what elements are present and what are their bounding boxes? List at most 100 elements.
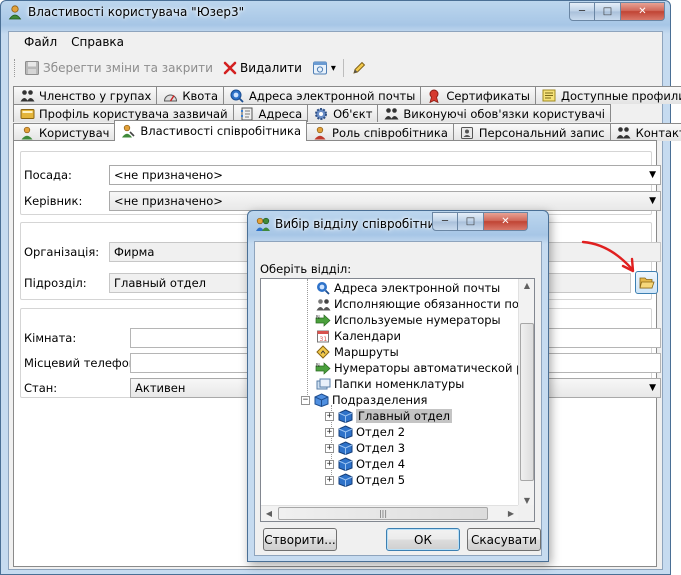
view-options-button[interactable]: ▾ xyxy=(309,58,339,78)
tree-item-acting[interactable]: Исполняющие обязанности польз xyxy=(315,296,535,312)
tab-contacts[interactable]: Контакти xyxy=(609,123,681,141)
tree-guide-line xyxy=(307,279,308,401)
manager-label: Керівник: xyxy=(24,194,83,208)
chevron-down-icon: ▼ xyxy=(649,170,656,180)
tree-vertical-scrollbar[interactable]: ▲ ▼ xyxy=(518,279,534,507)
menu-file[interactable]: Файл xyxy=(17,32,64,54)
picker-caption-buttons: ─ □ ✕ xyxy=(432,212,528,231)
menu-bar: Файл Справка xyxy=(9,32,662,54)
collapse-toggle-icon[interactable]: − xyxy=(301,395,310,405)
tab-email-address[interactable]: Адреса электронной почты xyxy=(223,86,422,104)
tree-item-nomenclature-folders[interactable]: Папки номенклатуры xyxy=(315,376,464,392)
tree-item-label: Подразделения xyxy=(332,393,428,407)
ok-button[interactable]: ОК xyxy=(386,528,460,551)
picker-maximize-button[interactable]: □ xyxy=(458,212,484,231)
tree-item-email[interactable]: Адреса электронной почты xyxy=(315,280,500,296)
tree-item-divisions[interactable]: − Подразделения xyxy=(301,392,427,408)
tree-item-department-5[interactable]: + Отдел 5 xyxy=(325,472,405,488)
cancel-button[interactable]: Скасувати xyxy=(467,528,541,551)
maximize-button[interactable]: □ xyxy=(595,2,621,21)
edit-pen-button[interactable] xyxy=(348,58,370,78)
tab-quota[interactable]: Квота xyxy=(156,86,225,104)
folders-icon xyxy=(315,377,331,392)
tab-address-label: Адреса xyxy=(258,106,303,121)
tree-item-label: Исполняющие обязанности польз xyxy=(334,297,535,311)
menu-help[interactable]: Справка xyxy=(64,32,131,54)
maximize-icon: □ xyxy=(602,6,613,17)
expand-toggle-icon[interactable]: + xyxy=(325,443,334,453)
tree-item-label: Маршруты xyxy=(334,345,399,359)
tree-item-auto-numerators[interactable]: N Нумераторы автоматической реги xyxy=(315,360,534,376)
gauge-icon xyxy=(162,88,178,103)
tree-horizontal-scroll-thumb[interactable]: ||| xyxy=(278,507,488,520)
tree-item-routes[interactable]: Маршруты xyxy=(315,344,399,360)
manager-combo[interactable]: <не призначено> ▼ xyxy=(109,191,661,211)
contacts-icon xyxy=(616,125,632,140)
tab-employee-properties-label: Властивості співробітника xyxy=(140,124,302,138)
division-value: Главный отдел xyxy=(114,276,207,290)
scroll-right-icon[interactable]: ▶ xyxy=(503,509,519,518)
scroll-down-icon[interactable]: ▼ xyxy=(519,496,534,505)
tree-horizontal-scrollbar[interactable]: ◀ ||| ▶ xyxy=(261,505,519,521)
tab-acting-users[interactable]: Виконуючі обов'язки користувачі xyxy=(377,104,611,122)
tab-default-profile-label: Профіль користувача зазвичай xyxy=(39,106,228,121)
department-tree[interactable]: Адреса электронной почты Исполняющие обя… xyxy=(260,278,535,522)
expand-toggle-icon[interactable]: + xyxy=(325,475,334,485)
delete-button[interactable]: Видалити xyxy=(220,59,305,77)
acting-users-icon xyxy=(315,297,331,312)
tree-item-department-4[interactable]: + Отдел 4 xyxy=(325,456,405,472)
scroll-grip-icon: ||| xyxy=(378,509,388,518)
scroll-left-icon[interactable]: ◀ xyxy=(261,509,277,518)
tab-group-membership-label: Членство у групах xyxy=(39,88,152,103)
profiles-note-icon xyxy=(541,88,557,103)
expand-toggle-icon[interactable]: + xyxy=(325,459,334,469)
tree-item-main-department[interactable]: + Главный отдел xyxy=(325,408,453,424)
tab-personal-record[interactable]: Персональний запис xyxy=(452,123,611,141)
tab-object[interactable]: Об'єкт xyxy=(307,104,379,122)
tab-employee-role[interactable]: Роль співробітника xyxy=(306,123,454,141)
numerator-arrow-icon: N xyxy=(315,313,331,328)
create-button[interactable]: Створити... xyxy=(263,528,337,551)
picker-close-button[interactable]: ✕ xyxy=(484,212,528,231)
cube-icon xyxy=(337,473,353,488)
tree-item-label: Папки номенклатуры xyxy=(334,377,465,391)
scroll-up-icon[interactable]: ▲ xyxy=(519,281,534,290)
expand-toggle-icon[interactable]: + xyxy=(325,427,334,437)
tab-contacts-label: Контакти xyxy=(635,125,681,140)
choose-department-label: Оберіть відділ: xyxy=(260,262,352,276)
tab-group-membership[interactable]: Членство у групах xyxy=(13,86,158,104)
pen-icon xyxy=(353,61,366,74)
save-close-button[interactable]: Зберегти зміни та закрити xyxy=(21,58,216,78)
tab-row-1: Членство у групах Квота Адреса электронн… xyxy=(13,86,681,104)
tree-item-department-2[interactable]: + Отдел 2 xyxy=(325,424,405,440)
tab-email-address-label: Адреса электронной почты xyxy=(249,88,416,103)
tab-available-profiles[interactable]: Доступные профили xyxy=(534,86,681,104)
tree-item-used-numerators[interactable]: N Используемые нумераторы xyxy=(315,312,501,328)
tab-employee-role-label: Роль співробітника xyxy=(332,125,448,140)
window-title: Властивості користувача "Юзер3" xyxy=(28,5,245,19)
delete-x-icon xyxy=(223,61,237,75)
picker-minimize-button[interactable]: ─ xyxy=(432,212,458,231)
chevron-down-icon: ▾ xyxy=(330,62,336,74)
state-label: Стан: xyxy=(24,381,58,395)
position-combo[interactable]: <не призначено> ▼ xyxy=(109,165,661,185)
cube-icon xyxy=(337,425,353,440)
tab-user[interactable]: Користувач xyxy=(13,123,116,141)
tab-certificates[interactable]: Сертификаты xyxy=(420,86,536,104)
organization-label: Організація: xyxy=(24,245,100,259)
tab-row-3: Користувач Властивості співробітника Рол… xyxy=(13,120,681,141)
svg-text:N: N xyxy=(316,315,320,321)
route-sign-icon xyxy=(315,345,331,360)
tree-item-department-3[interactable]: + Отдел 3 xyxy=(325,440,405,456)
picker-client: Оберіть відділ: Адреса электронной почты… xyxy=(254,241,542,556)
expand-toggle-icon[interactable]: + xyxy=(325,411,334,421)
tree-vertical-scroll-thumb[interactable] xyxy=(520,323,534,481)
tree-item-calendars[interactable]: 31 Календари xyxy=(315,328,401,344)
toolbar-grip[interactable] xyxy=(14,59,17,77)
minimize-button[interactable]: ─ xyxy=(569,2,595,21)
employee-properties-icon xyxy=(120,124,136,139)
close-button[interactable]: ✕ xyxy=(621,2,665,21)
tab-employee-properties[interactable]: Властивості співробітника xyxy=(114,120,308,141)
maximize-icon: □ xyxy=(465,216,476,227)
users-icon xyxy=(19,88,35,103)
